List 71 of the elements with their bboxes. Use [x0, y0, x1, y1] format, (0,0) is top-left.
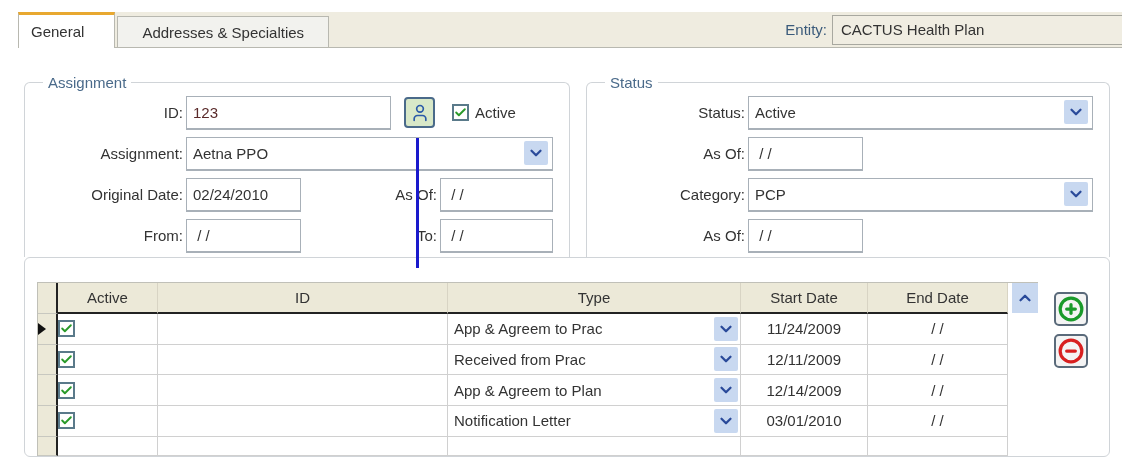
chevron-down-icon[interactable]	[714, 347, 738, 372]
remove-button[interactable]	[1054, 334, 1088, 368]
column-header[interactable]: End Date	[868, 283, 1008, 314]
table-cell: 12/11/2009	[741, 344, 868, 376]
field-label: Status:	[697, 104, 746, 121]
chevron-down-icon[interactable]	[524, 141, 548, 165]
field-label: As Of:	[702, 227, 746, 244]
field-label: ID:	[162, 104, 184, 121]
group-title: Assignment	[47, 74, 128, 91]
chevron-down-icon[interactable]	[1064, 182, 1088, 206]
table-cell: 03/01/2010	[741, 406, 868, 437]
row-header	[38, 283, 58, 314]
field-label: From:	[142, 227, 184, 244]
table-cell: 11/24/2009	[741, 313, 868, 345]
table-cell: / /	[868, 344, 1008, 376]
table-cell: / /	[868, 375, 1008, 406]
checkmark-icon	[454, 106, 467, 119]
column-header[interactable]: ID	[158, 283, 448, 314]
table-cell: App & Agreem to Prac	[454, 320, 603, 338]
entity-field[interactable]: CACTUS Health Plan	[832, 14, 1122, 45]
status-dropdown[interactable]: PCP	[748, 177, 1093, 212]
entity-label: Entity:	[785, 21, 827, 38]
checkmark-icon	[60, 383, 73, 397]
table-cell: / /	[868, 313, 1008, 345]
column-header[interactable]: Active	[58, 283, 158, 314]
group-title: Status	[609, 74, 654, 91]
column-header[interactable]: Start Date	[741, 283, 868, 314]
field-label: Assignment:	[99, 145, 184, 162]
add-button[interactable]	[1054, 292, 1088, 326]
table-cell: / /	[868, 406, 1008, 437]
table-cell: 12/14/2009	[741, 375, 868, 406]
field-label: As Of:	[702, 145, 746, 162]
row-header[interactable]	[38, 313, 58, 345]
active-checkbox[interactable]	[452, 104, 469, 121]
minus-icon	[1058, 338, 1084, 364]
chevron-down-icon[interactable]	[1064, 100, 1088, 124]
column-header[interactable]: Type	[448, 283, 741, 314]
table-cell: Notification Letter	[454, 412, 571, 430]
field-label: Category:	[678, 186, 746, 203]
plus-icon	[1058, 296, 1084, 322]
date-field[interactable]: / /	[440, 177, 553, 212]
active-checkbox[interactable]	[58, 412, 75, 430]
row-pointer-icon	[38, 322, 46, 335]
table-cell: App & Agreem to Plan	[454, 381, 602, 399]
row-header[interactable]	[38, 406, 58, 437]
row-header[interactable]	[38, 436, 58, 456]
date-field[interactable]: / /	[440, 218, 553, 253]
date-field[interactable]: / /	[186, 218, 301, 253]
chevron-down-icon[interactable]	[714, 316, 738, 341]
checkmark-icon	[60, 352, 73, 366]
active-checkbox[interactable]	[58, 320, 75, 338]
row-header[interactable]	[38, 344, 58, 376]
active-checkbox[interactable]	[58, 381, 75, 399]
status-dropdown[interactable]: Active	[748, 95, 1093, 130]
assignment-dropdown[interactable]: Aetna PPO	[186, 136, 553, 171]
scroll-up-icon[interactable]	[1012, 283, 1038, 313]
id-field[interactable]: 123	[186, 95, 391, 130]
checkbox-label: Active	[475, 104, 516, 121]
row-header[interactable]	[38, 375, 58, 406]
chevron-down-icon[interactable]	[714, 378, 738, 403]
active-checkbox[interactable]	[58, 350, 75, 368]
chevron-down-icon[interactable]	[714, 408, 738, 433]
field-label: Original Date:	[90, 186, 184, 203]
date-field[interactable]: 02/24/2010	[186, 177, 301, 212]
tab[interactable]: Addresses & Specialties	[117, 16, 330, 47]
table-cell: Received from Prac	[454, 350, 586, 368]
date-field[interactable]: / /	[748, 218, 863, 253]
person-button[interactable]	[404, 97, 435, 128]
date-field[interactable]: / /	[748, 136, 863, 171]
tab[interactable]: General	[18, 12, 116, 48]
field-label: To:	[416, 227, 438, 244]
